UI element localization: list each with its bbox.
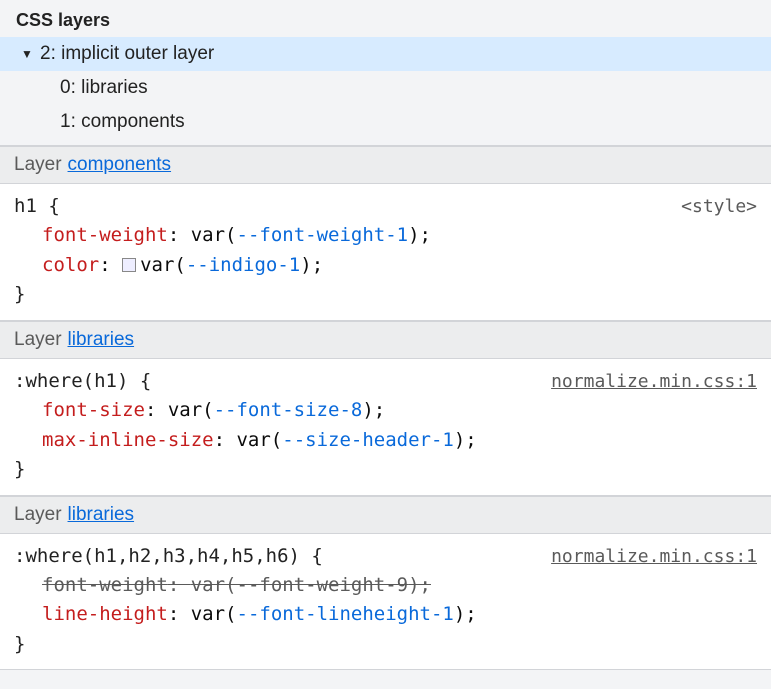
declaration-value-fn: var( [191, 603, 237, 625]
declaration-value-fn: var( [236, 429, 282, 451]
rule-selector: :where(h1,h2,h3,h4,h5,h6) { [14, 542, 323, 571]
rule-block: h1 {<style>font-weight: var(--font-weigh… [0, 184, 771, 321]
rules-list: Layercomponentsh1 {<style>font-weight: v… [0, 146, 771, 670]
declaration[interactable]: font-size: var(--font-size-8); [14, 396, 757, 425]
declaration-value-fn: var( [191, 574, 237, 596]
layer-word: Layer [14, 504, 62, 526]
rule-source-link[interactable]: normalize.min.css:1 [551, 543, 757, 571]
css-variable[interactable]: --font-lineheight-1 [237, 603, 454, 625]
layer-header: Layer components [0, 146, 771, 184]
declaration-tail: ); [408, 224, 431, 246]
layer-header: Layer libraries [0, 321, 771, 359]
rule-close-brace: } [14, 280, 757, 309]
colon: : [214, 429, 237, 451]
layer-word: Layer [14, 329, 62, 351]
declaration-property: color [42, 254, 99, 276]
rule-close-brace: } [14, 455, 757, 484]
layer-tree-row-root[interactable]: ▼ 2: implicit outer layer [0, 37, 771, 71]
css-variable[interactable]: --indigo-1 [186, 254, 300, 276]
declaration[interactable]: font-weight: var(--font-weight-9); [14, 571, 757, 600]
layer-tree-row-child[interactable]: 0: libraries [0, 71, 771, 105]
declaration-value-fn: var( [140, 254, 186, 276]
rule-head: :where(h1,h2,h3,h4,h5,h6) { normalize.min… [14, 542, 757, 571]
declaration-value-fn: var( [168, 399, 214, 421]
rule-head: h1 { <style> [14, 192, 757, 221]
declaration[interactable]: line-height: var(--font-lineheight-1); [14, 600, 757, 629]
layer-header: Layer libraries [0, 496, 771, 534]
layer-link[interactable]: components [68, 154, 172, 176]
css-variable[interactable]: --font-size-8 [214, 399, 363, 421]
rule-close-brace: } [14, 630, 757, 659]
declaration-tail: ); [454, 429, 477, 451]
rule-source-link: <style> [681, 193, 757, 221]
declaration-property: font-size [42, 399, 145, 421]
colon: : [168, 603, 191, 625]
color-swatch-icon[interactable] [122, 258, 136, 272]
declaration-tail: ); [362, 399, 385, 421]
declaration[interactable]: font-weight: var(--font-weight-1); [14, 221, 757, 250]
declaration-tail: ); [454, 603, 477, 625]
colon: : [168, 224, 191, 246]
rule-head: :where(h1) { normalize.min.css:1 [14, 367, 757, 396]
colon: : [168, 574, 191, 596]
layer-word: Layer [14, 154, 62, 176]
rule-block: :where(h1,h2,h3,h4,h5,h6) { normalize.min… [0, 534, 771, 671]
layer-link[interactable]: libraries [68, 504, 135, 526]
disclosure-down-icon[interactable]: ▼ [20, 47, 34, 61]
css-variable[interactable]: --font-weight-9 [237, 574, 409, 596]
layer-tree-label: 2: implicit outer layer [40, 43, 214, 65]
rule-selector: h1 { [14, 192, 60, 221]
declaration-property: line-height [42, 603, 168, 625]
rule-selector: :where(h1) { [14, 367, 151, 396]
css-layers-panel: CSS layers ▼ 2: implicit outer layer 0: … [0, 0, 771, 670]
css-variable[interactable]: --font-weight-1 [237, 224, 409, 246]
declaration-property: font-weight [42, 574, 168, 596]
layer-tree-label: 1: components [60, 111, 185, 133]
declaration-tail: ); [408, 574, 431, 596]
declaration[interactable]: max-inline-size: var(--size-header-1); [14, 426, 757, 455]
layer-tree-label: 0: libraries [60, 77, 148, 99]
panel-title: CSS layers [0, 0, 771, 37]
layer-tree: ▼ 2: implicit outer layer 0: libraries 1… [0, 37, 771, 146]
css-variable[interactable]: --size-header-1 [282, 429, 454, 451]
colon: : [99, 254, 122, 276]
declaration-property: max-inline-size [42, 429, 214, 451]
rule-source-link[interactable]: normalize.min.css:1 [551, 368, 757, 396]
declaration-tail: ); [300, 254, 323, 276]
declaration-property: font-weight [42, 224, 168, 246]
layer-link[interactable]: libraries [68, 329, 135, 351]
rule-block: :where(h1) {normalize.min.css:1font-size… [0, 359, 771, 496]
layer-tree-row-child[interactable]: 1: components [0, 105, 771, 139]
declaration[interactable]: color: var(--indigo-1); [14, 251, 757, 280]
declaration-value-fn: var( [191, 224, 237, 246]
colon: : [145, 399, 168, 421]
